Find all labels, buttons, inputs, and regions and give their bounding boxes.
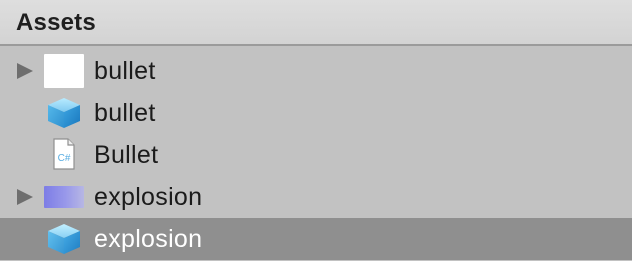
expand-arrow-icon[interactable] <box>17 63 33 79</box>
prefab-cube-icon <box>48 98 80 128</box>
assets-header: Assets <box>0 0 632 46</box>
script-icon-text: C# <box>58 153 71 164</box>
texture-icon <box>44 54 84 88</box>
asset-row-explosion-texture[interactable]: explosion <box>0 176 632 218</box>
assets-panel: Assets bullet bullet C# Bullet explosion… <box>0 0 632 261</box>
asset-label: explosion <box>94 183 203 211</box>
asset-row-bullet-script[interactable]: C# Bullet <box>0 134 632 176</box>
asset-list: bullet bullet C# Bullet explosion explos… <box>0 50 632 260</box>
asset-row-bullet-texture[interactable]: bullet <box>0 50 632 92</box>
asset-row-bullet-prefab[interactable]: bullet <box>0 92 632 134</box>
asset-label: bullet <box>94 57 156 85</box>
asset-row-explosion-prefab[interactable]: explosion <box>0 218 632 260</box>
asset-label: bullet <box>94 99 156 127</box>
asset-label: explosion <box>94 225 203 253</box>
texture-icon <box>44 186 84 208</box>
csharp-script-icon: C# <box>53 138 75 170</box>
prefab-cube-icon <box>48 224 80 254</box>
asset-label: Bullet <box>94 141 159 169</box>
expand-arrow-icon[interactable] <box>17 189 33 205</box>
panel-title: Assets <box>16 9 96 36</box>
